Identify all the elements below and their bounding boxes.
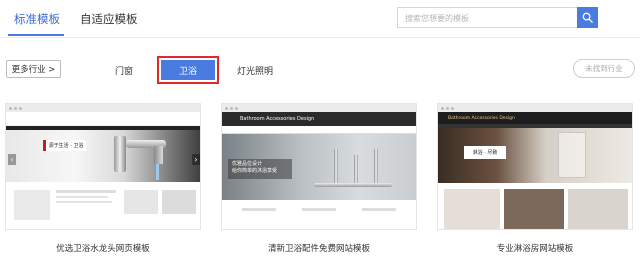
- preview-content: [222, 200, 416, 229]
- faucet-base: [314, 183, 392, 187]
- preview-banner-text: 优雅品位设计 给你简单的沐浴享受: [228, 159, 292, 179]
- tab-responsive-templates[interactable]: 自适应模板: [80, 11, 138, 27]
- preview-banner: 优雅品位设计 给你简单的沐浴享受: [222, 134, 416, 200]
- arrow-right-icon: ›: [192, 154, 200, 165]
- preview-header: Bathroom Accessories Design: [438, 112, 632, 124]
- more-industries-button[interactable]: 更多行业 >: [6, 60, 61, 78]
- category-doors-windows[interactable]: 门窗: [115, 64, 133, 77]
- banner-line-1: 优雅品位设计: [232, 161, 263, 167]
- preview-nav: [222, 126, 416, 134]
- preview-banner-text: 淋浴 · 尽致: [464, 146, 506, 159]
- category-lighting[interactable]: 灯光照明: [237, 64, 273, 77]
- faucet-image: [154, 146, 163, 164]
- preview-header: [6, 112, 200, 126]
- faucet-image: [374, 148, 378, 184]
- arrow-left-icon: ‹: [8, 154, 16, 165]
- search-input[interactable]: 搜索您想要的模板: [397, 7, 577, 28]
- water-stream: [156, 164, 159, 180]
- template-title-2[interactable]: 清新卫浴配件免费网站模板: [221, 242, 417, 254]
- banner-line-2: 给你简单的沐浴享受: [232, 168, 278, 174]
- browser-bar: [438, 104, 632, 112]
- search-icon: [582, 12, 593, 23]
- faucet-image: [114, 136, 126, 172]
- browser-bar: [222, 104, 416, 112]
- industry-not-found-button[interactable]: 未找到行业: [573, 59, 635, 78]
- shower-image: [558, 132, 586, 178]
- template-title-3[interactable]: 专业淋浴房网站模板: [437, 242, 633, 254]
- preview-content: [438, 185, 632, 229]
- preview-banner: 源于生活 · 卫浴 ‹ ›: [6, 130, 200, 182]
- search-button[interactable]: [577, 7, 598, 28]
- preview-header: Bathroom Accessories Design: [222, 112, 416, 126]
- active-tab-indicator: [8, 34, 64, 36]
- category-bathroom[interactable]: 卫浴: [161, 60, 215, 80]
- preview-banner-text: 源于生活 · 卫浴: [43, 140, 86, 151]
- template-card-2[interactable]: Bathroom Accessories Design 优雅品位设计 给你简单的…: [221, 103, 417, 230]
- template-title-1[interactable]: 优选卫浴水龙头网页模板: [5, 242, 201, 254]
- preview-banner: 淋浴 · 尽致: [438, 128, 632, 183]
- template-card-1[interactable]: 源于生活 · 卫浴 ‹ ›: [5, 103, 201, 230]
- preview-content: [6, 184, 200, 229]
- tab-standard-templates[interactable]: 标准模板: [14, 11, 60, 27]
- template-preview-2: Bathroom Accessories Design 优雅品位设计 给你简单的…: [222, 112, 416, 229]
- template-card-3[interactable]: Bathroom Accessories Design 淋浴 · 尽致: [437, 103, 633, 230]
- header-divider: [0, 37, 640, 38]
- faucet-image: [354, 154, 358, 184]
- faucet-image: [334, 148, 338, 184]
- template-preview-3: Bathroom Accessories Design 淋浴 · 尽致: [438, 112, 632, 229]
- template-preview-1: 源于生活 · 卫浴 ‹ ›: [6, 112, 200, 229]
- browser-bar: [6, 104, 200, 112]
